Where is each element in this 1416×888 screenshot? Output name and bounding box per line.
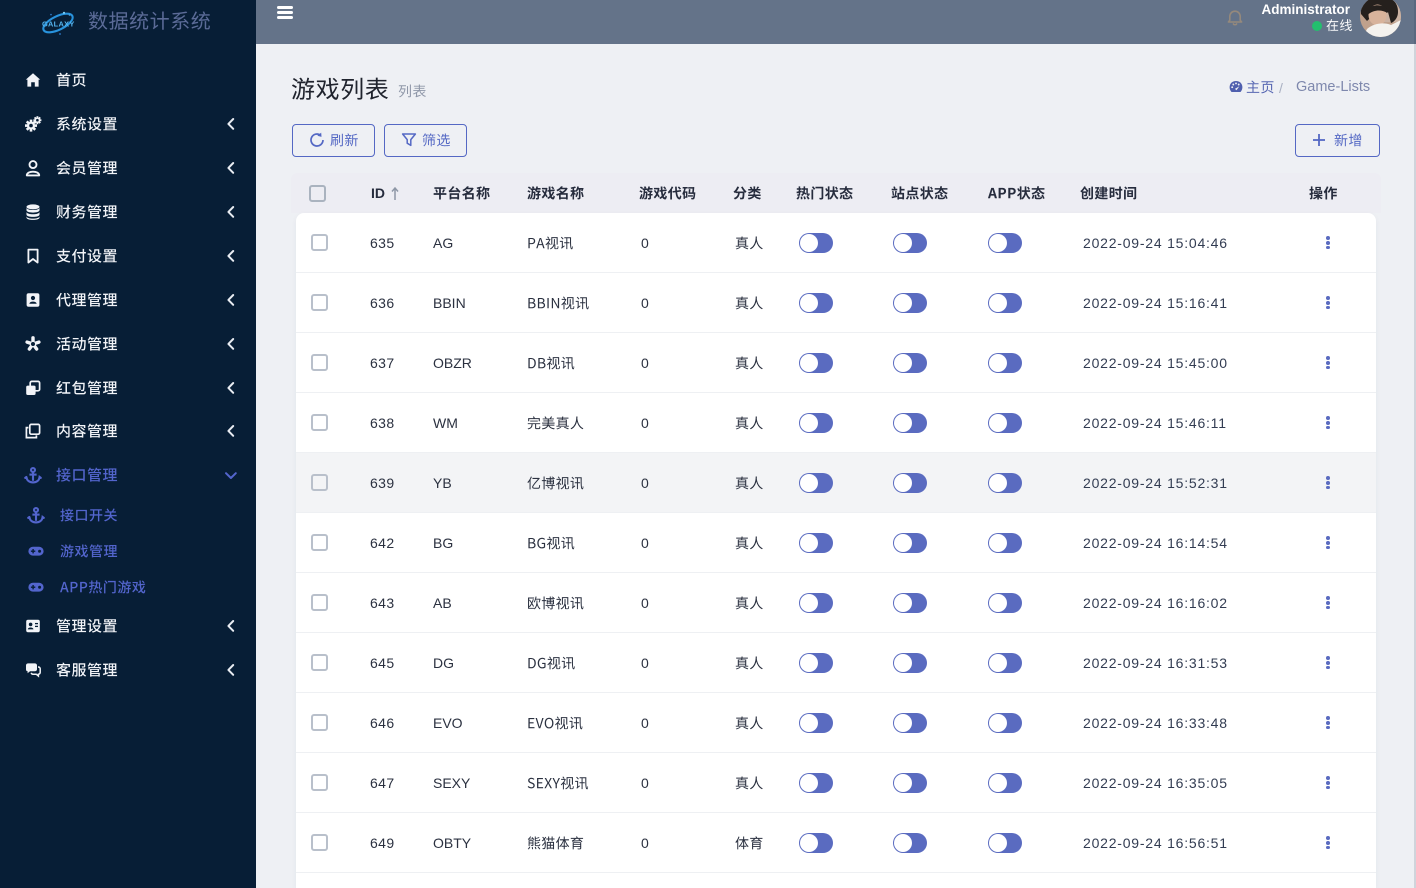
svg-text:GALAXY: GALAXY xyxy=(42,20,75,29)
